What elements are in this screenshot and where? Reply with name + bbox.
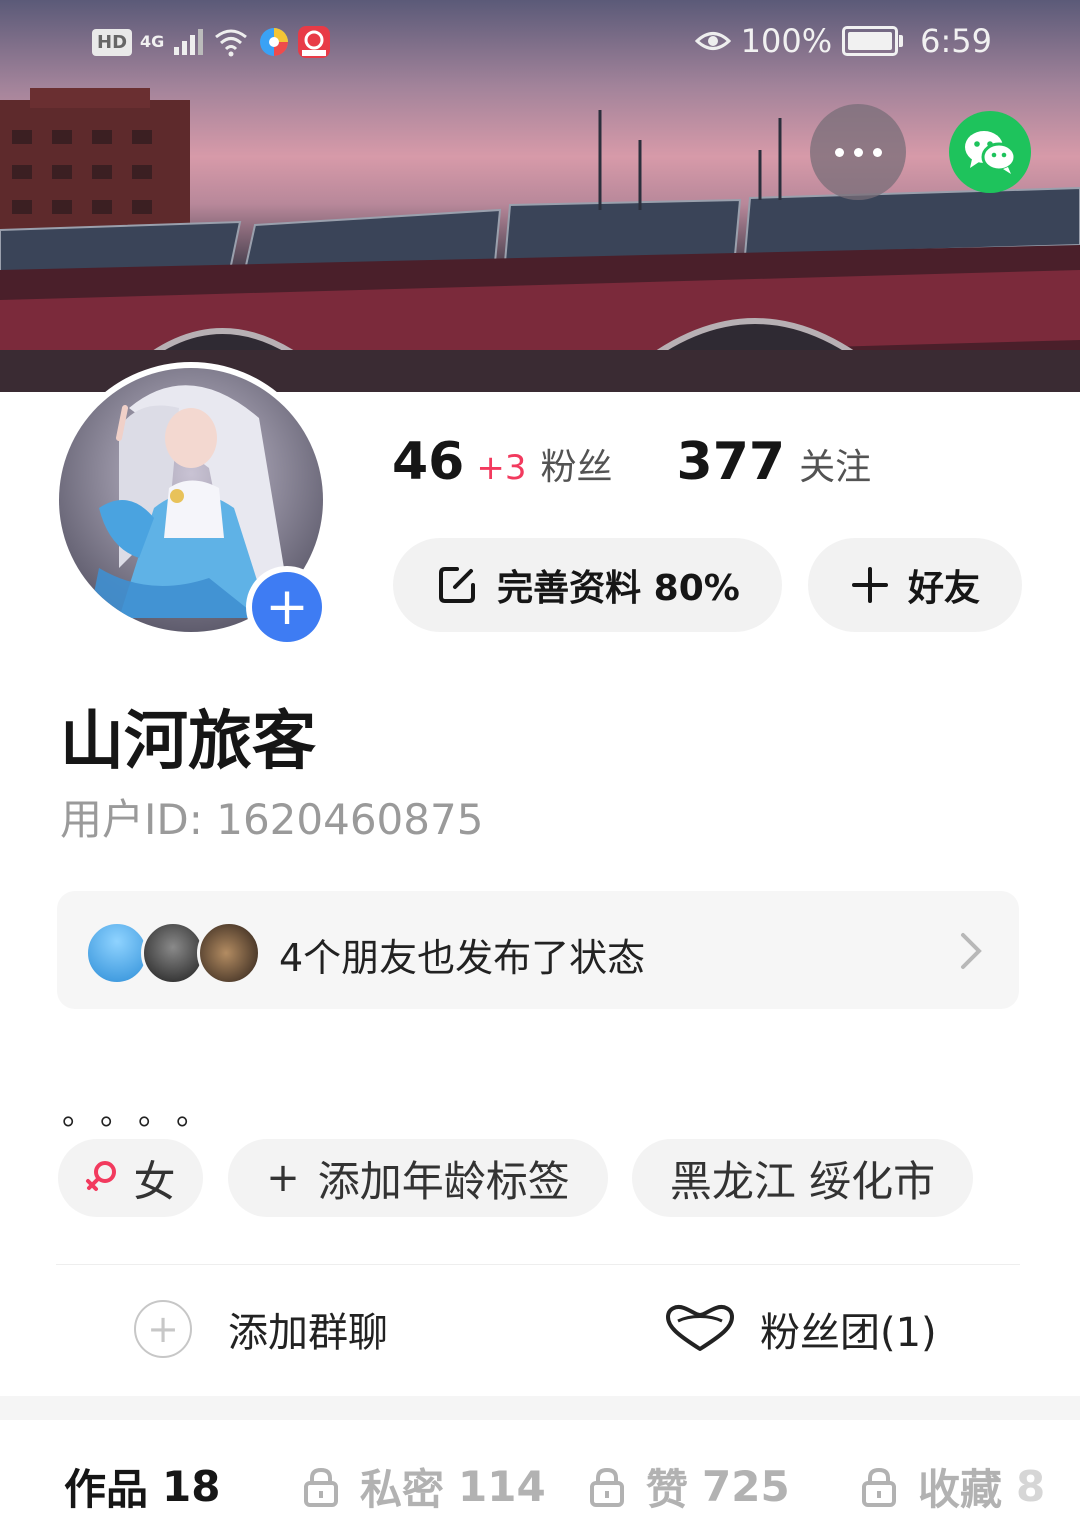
divider [56,1264,1020,1265]
bio-text[interactable]: 。。。。 [62,1088,230,1134]
status-bar: HD 4G 100% 6:59 [0,22,1080,66]
fans-count[interactable]: 46 [392,432,464,492]
wechat-icon [965,131,1017,174]
fan-club-label: 粉丝团(1) [760,1310,937,1356]
tab-count: 18 [162,1462,221,1511]
friend-avatar [197,921,261,985]
gender-label: 女 [133,1156,176,1206]
location-label: 黑龙江 绥化市 [669,1156,936,1206]
ellipsis-dot [853,147,863,157]
user-id[interactable]: 用户ID: 1620460875 [60,786,483,847]
lock-icon [590,1467,624,1507]
fans-delta: +3 [476,448,527,488]
add-circle-icon: + [134,1300,192,1358]
more-button[interactable] [810,104,906,200]
friend-avatar [85,921,149,985]
tab-works[interactable]: 作品 18 [64,1456,220,1517]
fan-club-button[interactable]: 粉丝团(1) [664,1300,937,1358]
lock-icon [304,1467,338,1507]
add-group-label: 添加群聊 [228,1310,388,1356]
fans-label[interactable]: 粉丝 [541,438,613,490]
tab-favorites[interactable]: 收藏 8 [860,1456,1045,1517]
age-tag-label: 添加年龄标签 [317,1156,570,1206]
friend-avatar [141,921,205,985]
tab-label: 收藏 [918,1465,1003,1514]
plus-icon: + [266,1155,300,1201]
plus-icon: + [252,572,322,642]
tab-label: 赞 [646,1465,689,1514]
add-friend-label: 好友 [907,568,980,609]
female-icon [86,1161,117,1191]
username: 山河旅客 [60,705,316,779]
edit-icon [439,567,476,603]
video-app-icon [298,26,331,58]
following-count[interactable]: 377 [677,432,786,492]
eye-comfort-icon [694,32,731,50]
hd-badge: HD [92,28,133,56]
ellipsis-dot [872,147,882,157]
add-avatar-button[interactable]: + [246,566,328,648]
complete-profile-label: 完善资料 80% [497,568,740,609]
friends-status-card[interactable]: 4个朋友也发布了状态 [57,891,1019,1009]
ellipsis-icon [834,147,844,157]
section-separator [0,1396,1080,1420]
gender-tag[interactable]: 女 [58,1139,203,1217]
complete-profile-button[interactable]: 完善资料 80% [393,538,782,632]
add-friend-button[interactable]: 好友 [808,538,1022,632]
heart-badge-icon [666,1305,734,1351]
tab-private[interactable]: 私密 114 [302,1456,546,1517]
profile-banner[interactable]: HD 4G 100% 6:59 [0,0,1080,392]
browser-app-icon [260,28,289,56]
network-label: 4G [140,32,165,51]
lock-icon [862,1467,896,1507]
stats-row: 46 +3 粉丝 377 关注 [392,432,871,492]
tab-count: 725 [702,1462,790,1511]
add-age-tag[interactable]: + 添加年龄标签 [228,1139,608,1217]
friends-status-text: 4个朋友也发布了状态 [279,936,646,980]
add-group-chat-button[interactable]: + 添加群聊 [134,1300,388,1358]
chevron-right-icon [961,933,982,969]
tab-likes[interactable]: 赞 725 [588,1456,790,1517]
signal-icon [174,29,204,55]
plus-icon [851,567,888,603]
wechat-share-button[interactable] [949,111,1031,193]
content-tabs: 作品 18 私密 114 赞 725 收藏 8 [0,1440,1080,1525]
tab-count: 114 [458,1462,546,1511]
tab-label: 私密 [360,1465,445,1514]
clock: 6:59 [920,22,992,60]
following-label[interactable]: 关注 [799,438,871,490]
battery-percent: 100% [740,22,833,60]
location-tag[interactable]: 黑龙江 绥化市 [632,1139,973,1217]
wifi-icon [215,29,248,57]
tab-count: 8 [1016,1462,1046,1511]
tab-label: 作品 [64,1465,149,1514]
battery-icon [842,26,904,56]
